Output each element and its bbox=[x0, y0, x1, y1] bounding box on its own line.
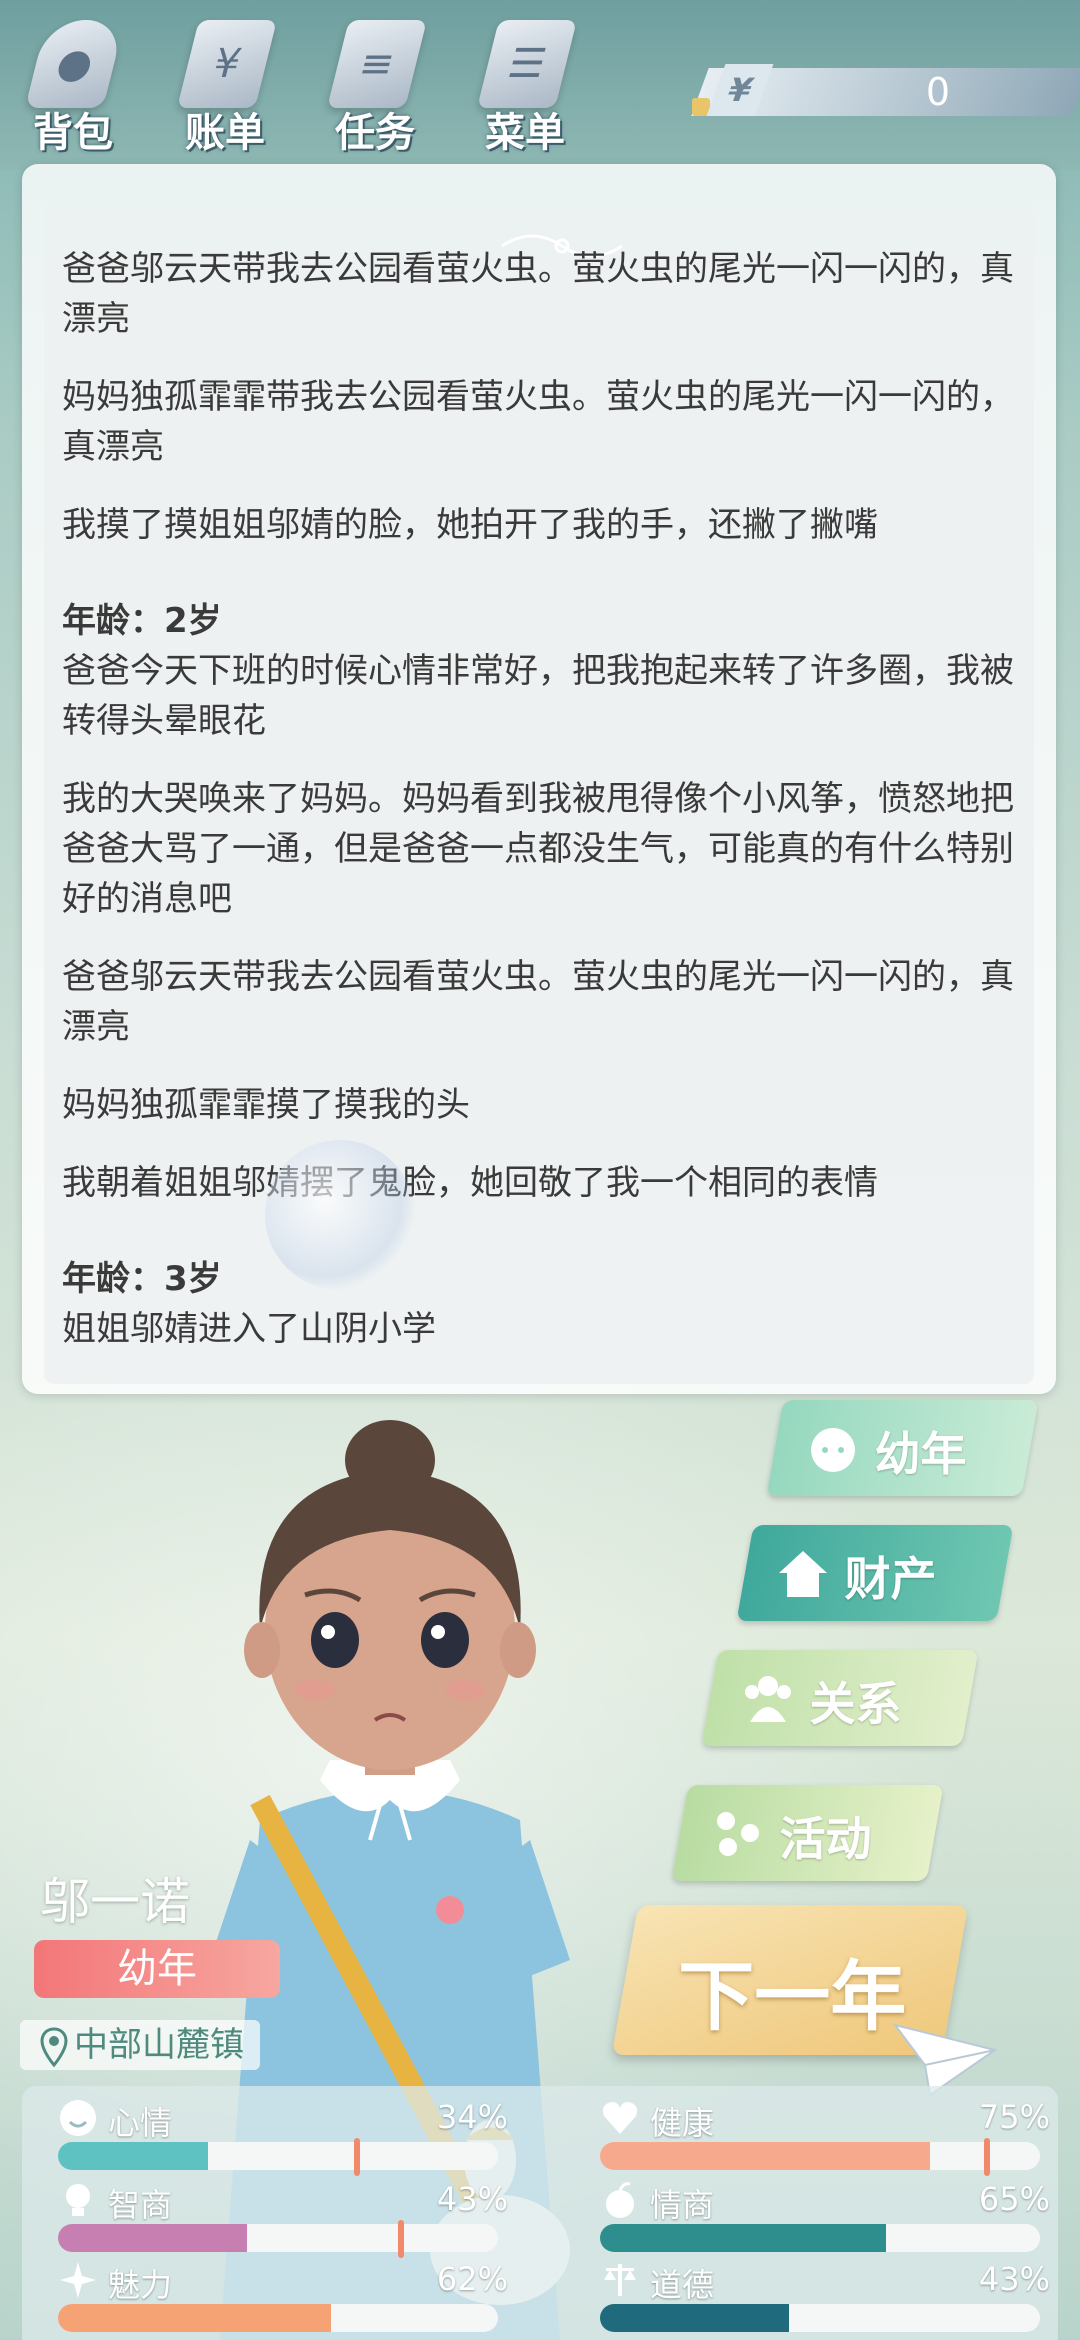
stat-eq: 情商 65% bbox=[600, 2180, 1050, 2260]
stat-value: 62% bbox=[436, 2260, 508, 2298]
stat-mood: 心情 34% bbox=[58, 2098, 508, 2178]
stat-health: 健康 75% bbox=[600, 2098, 1050, 2178]
stat-value: 75% bbox=[978, 2098, 1050, 2136]
location-pin-icon bbox=[40, 2026, 68, 2067]
stat-fill bbox=[600, 2224, 886, 2252]
stat-bar bbox=[58, 2224, 498, 2252]
life-log-panel[interactable]: 爸爸邬云天带我去公园看萤火虫。萤火虫的尾光一闪一闪的，真漂亮 妈妈独孤霏霏带我去… bbox=[22, 164, 1056, 1394]
character-name: 邬一诺 bbox=[40, 1873, 190, 1931]
log-entry: 爸爸邬云天带我去公园看萤火虫。萤火虫的尾光一闪一闪的，真漂亮 bbox=[62, 957, 1014, 1047]
stat-name: 魅力 bbox=[108, 2266, 173, 2304]
stat-charm: 魅力 62% bbox=[58, 2260, 508, 2340]
stat-value: 43% bbox=[978, 2260, 1050, 2298]
stat-morality: 道德 43% bbox=[600, 2260, 1050, 2340]
money-value: 0 bbox=[925, 70, 950, 114]
house-icon bbox=[779, 1551, 827, 1597]
stat-name: 道德 bbox=[650, 2266, 715, 2304]
stat-bar bbox=[600, 2224, 1040, 2252]
log-entry: 姐姐邬婧进入了山阴小学 bbox=[62, 1309, 436, 1349]
menu-label: 菜单 bbox=[485, 110, 565, 156]
stat-fill bbox=[600, 2304, 790, 2332]
relations-button[interactable]: 关系 bbox=[701, 1650, 979, 1746]
log-entry: 爸爸今天下班的时候心情非常好，把我抱起来转了许多圈，我被转得头晕眼花 bbox=[62, 651, 1014, 741]
top-bar: ● 背包 ¥ 账单 ≡ 任务 ☰ 菜单 ¥ 0 bbox=[0, 0, 1080, 170]
assets-button[interactable]: 财产 bbox=[736, 1525, 1014, 1621]
stat-bar bbox=[600, 2142, 1040, 2170]
bill-icon: ¥ bbox=[177, 20, 277, 108]
menu-button[interactable]: ☰ 菜单 bbox=[460, 10, 590, 160]
life-log-text: 爸爸邬云天带我去公园看萤火虫。萤火虫的尾光一闪一闪的，真漂亮 妈妈独孤霏霏带我去… bbox=[62, 244, 1022, 1382]
bag-label: 背包 bbox=[33, 110, 113, 156]
age-heading: 年龄：2岁 bbox=[62, 601, 222, 641]
task-button[interactable]: ≡ 任务 bbox=[310, 10, 440, 160]
log-entry: 我的大哭唤来了妈妈。妈妈看到我被甩得像个小风筝，愤怒地把爸爸大骂了一通，但是爸爸… bbox=[62, 779, 1014, 919]
stat-name: 智商 bbox=[108, 2186, 173, 2224]
bill-button[interactable]: ¥ 账单 bbox=[160, 10, 290, 160]
apple-icon bbox=[606, 2182, 634, 2218]
stat-iq: 智商 43% bbox=[58, 2180, 508, 2260]
sparkle-icon bbox=[60, 2262, 96, 2298]
age-heading: 年龄：3岁 bbox=[62, 1259, 222, 1299]
log-entry: 我摸了摸姐姐邬婧的脸，她拍开了我的手，还撇了撇嘴 bbox=[62, 505, 878, 545]
stat-name: 健康 bbox=[650, 2104, 715, 2142]
stats-panel: 心情 34% 健康 75% 智商 43% 情商 65% 魅力 62% 道德 43… bbox=[22, 2086, 1058, 2340]
stage-badge: 幼年 bbox=[34, 1940, 280, 1998]
stat-fill bbox=[58, 2304, 331, 2332]
next-year-label: 下一年 bbox=[678, 1952, 907, 2041]
stat-marker bbox=[398, 2220, 405, 2258]
assets-label: 财产 bbox=[844, 1552, 937, 1606]
heart-icon bbox=[603, 2102, 637, 2134]
log-entry: 我朝着姐姐邬婧摆了鬼脸，她回敬了我一个相同的表情 bbox=[62, 1163, 878, 1203]
stage-button[interactable]: 幼年 bbox=[766, 1400, 1039, 1496]
stat-marker bbox=[984, 2138, 991, 2176]
stat-fill bbox=[600, 2142, 930, 2170]
scales-icon bbox=[604, 2264, 636, 2296]
smile-icon bbox=[60, 2100, 96, 2136]
bubble-effect bbox=[265, 1140, 415, 1290]
stat-bar bbox=[58, 2142, 498, 2170]
log-entry: 妈妈独孤霏霏带我去公园看萤火虫。萤火虫的尾光一闪一闪的，真漂亮 bbox=[62, 377, 1014, 467]
stat-name: 情商 bbox=[650, 2186, 715, 2224]
menu-icon: ☰ bbox=[477, 20, 577, 108]
stat-value: 65% bbox=[978, 2180, 1050, 2218]
stat-bar bbox=[58, 2304, 498, 2332]
people-icon bbox=[745, 1676, 791, 1722]
stat-fill bbox=[58, 2224, 248, 2252]
stat-name: 心情 bbox=[108, 2104, 173, 2142]
bag-button[interactable]: ● 背包 bbox=[8, 10, 138, 160]
lightbulb-icon bbox=[66, 2184, 90, 2216]
task-icon: ≡ bbox=[327, 20, 427, 108]
stat-value: 43% bbox=[436, 2180, 508, 2218]
location-badge: 中部山麓镇 bbox=[20, 2020, 260, 2070]
stat-value: 34% bbox=[436, 2098, 508, 2136]
activity-icon bbox=[717, 1812, 759, 1856]
stat-fill bbox=[58, 2142, 208, 2170]
log-entry: 爸爸邬云天带我去公园看萤火虫。萤火虫的尾光一闪一闪的，真漂亮 bbox=[62, 249, 1014, 339]
stage-label: 幼年 bbox=[874, 1427, 967, 1481]
activities-label: 活动 bbox=[779, 1812, 872, 1866]
task-label: 任务 bbox=[335, 110, 415, 156]
bill-label: 账单 bbox=[185, 110, 265, 156]
baby-icon bbox=[811, 1428, 855, 1472]
bag-icon: ● bbox=[25, 20, 125, 108]
activities-button[interactable]: 活动 bbox=[671, 1785, 944, 1881]
stat-marker bbox=[354, 2138, 361, 2176]
log-entry: 妈妈独孤霏霏摸了摸我的头 bbox=[62, 1085, 470, 1125]
relations-label: 关系 bbox=[809, 1677, 902, 1731]
location-text: 中部山麓镇 bbox=[74, 2025, 244, 2065]
stat-bar bbox=[600, 2304, 1040, 2332]
